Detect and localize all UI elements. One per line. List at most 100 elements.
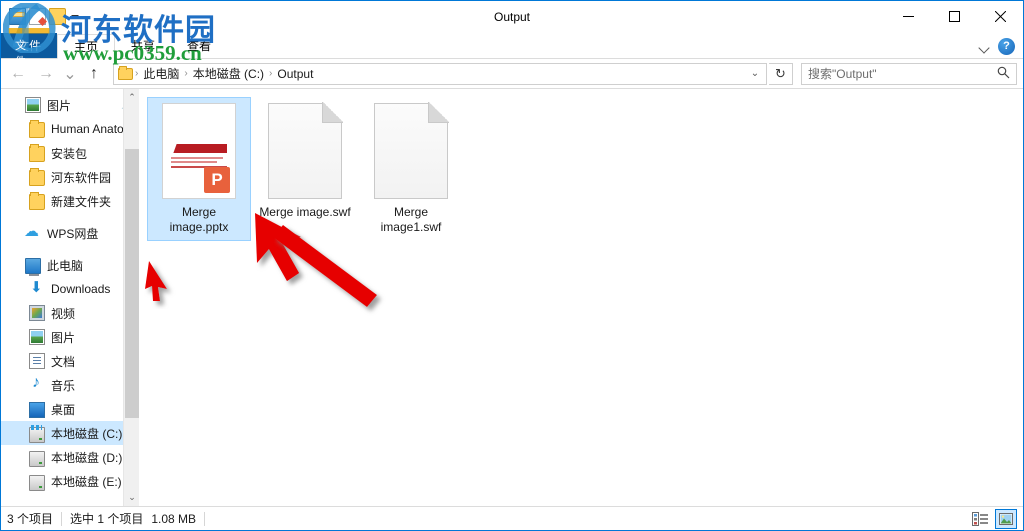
sidebar-item-label: WPS网盘 [47,226,99,241]
tab-share[interactable]: 共享 [115,33,171,58]
sidebar-item-label: 桌面 [51,402,76,417]
file-name-label: Merge image.pptx [169,205,229,234]
tab-home[interactable]: 主页 [57,34,116,59]
sidebar-group-divider [1,245,139,253]
folder-icon [29,120,45,138]
address-bar[interactable]: › 此电脑 › 本地磁盘 (C:) › Output ⌄ [113,62,767,85]
file-item-merge-image1-swf[interactable]: Merge image1.swf [359,97,463,241]
sidebar-item-label: 本地磁盘 (E:) [51,474,122,489]
sidebar-item-new-folder[interactable]: 新建文件夹 [1,189,139,213]
sidebar-item-label: 本地磁盘 (D:) [51,450,123,465]
sidebar-item-install-package[interactable]: 安装包 [1,141,139,165]
cloud-icon [24,222,41,241]
file-explorer-window: Output 文件 主页 共享 查看 ? ← → ⌄ ↑ › 此电脑 › 本地磁… [0,0,1024,531]
navigation-pane: 图片 📌 Human Anatom 安装包 河东软件园 新建文件夹 [1,89,139,506]
search-icon[interactable] [997,66,1010,82]
forward-button[interactable]: → [33,62,59,86]
generic-file-icon [374,103,448,199]
file-list-pane[interactable]: P Merge image.pptx Merge image.swf Merge… [139,89,1023,506]
folder-icon [29,144,45,162]
file-item-merge-image-swf[interactable]: Merge image.swf [253,97,357,241]
file-item-merge-image-pptx[interactable]: P Merge image.pptx [147,97,251,241]
file-thumbnail [374,103,448,199]
sidebar-item-music[interactable]: 音乐 [1,373,139,397]
computer-icon [25,258,41,276]
slide-text-line [171,157,223,159]
pptx-thumbnail: P [162,103,236,199]
sidebar-scrollbar[interactable]: ⌃ ⌄ [123,89,139,506]
breadcrumb-this-pc[interactable]: 此电脑 [138,65,184,82]
sidebar-item-local-disk-c[interactable]: 本地磁盘 (C:) [1,421,139,445]
scroll-up-icon[interactable]: ⌃ [124,89,139,106]
sidebar-item-label: 文档 [51,354,76,369]
file-name-label: Merge image1.swf [380,205,442,234]
music-icon [29,374,45,393]
sidebar-item-label: 本地磁盘 (C:) [51,426,123,441]
sidebar-item-pictures[interactable]: 图片 [1,325,139,349]
file-grid: P Merge image.pptx Merge image.swf Merge… [139,89,1023,241]
scrollbar-thumb[interactable] [125,149,139,418]
sidebar-item-label: 安装包 [51,146,88,161]
sidebar-item-label: 音乐 [51,378,76,393]
folder-window-icon[interactable] [9,8,26,25]
folder-icon [29,192,45,210]
window-controls [885,1,1023,32]
sidebar-item-wps-cloud[interactable]: WPS网盘 [1,221,139,245]
breadcrumb-output[interactable]: Output [272,67,318,81]
properties-icon[interactable] [29,8,46,25]
scroll-down-icon[interactable]: ⌄ [124,489,139,506]
sidebar-item-desktop[interactable]: 桌面 [1,397,139,421]
slide-text-line [171,161,217,163]
large-icons-view-button[interactable] [995,508,1017,529]
breadcrumb-local-disk-c[interactable]: 本地磁盘 (C:) [188,65,269,82]
help-icon[interactable]: ? [998,38,1015,55]
status-divider [61,511,63,526]
maximize-button[interactable] [931,1,977,32]
ribbon-tab-bar: 文件 主页 共享 查看 ? [1,32,1023,59]
sidebar-item-label: 图片 [47,98,72,113]
quick-access-toolbar [1,8,81,25]
picture-icon [29,329,45,345]
sidebar-item-label: 图片 [51,330,76,345]
sidebar-item-local-disk-d[interactable]: 本地磁盘 (D:) [1,445,139,469]
desktop-icon [29,402,45,418]
tab-view[interactable]: 查看 [171,33,227,58]
sidebar-item-pictures-quick[interactable]: 图片 📌 [1,93,139,117]
file-thumbnail [268,103,342,199]
sidebar-item-local-disk-e[interactable]: 本地磁盘 (E:) [1,469,139,493]
back-button[interactable]: ← [5,62,31,86]
folder-icon [29,168,45,186]
close-button[interactable] [977,1,1023,32]
selection-size-label: 1.08 MB [151,511,197,526]
refresh-button[interactable]: ↻ [769,62,793,85]
video-icon [29,305,45,321]
sidebar-item-label: Human Anatom [51,122,134,136]
search-input[interactable]: 搜索"Output" [801,62,1017,85]
tab-file[interactable]: 文件 [1,33,57,58]
generic-file-icon [268,103,342,199]
arrow-small-pointer [145,261,167,301]
sidebar-item-this-pc[interactable]: 此电脑 [1,253,139,277]
chevron-down-icon[interactable] [69,10,81,24]
new-folder-icon[interactable] [49,8,66,25]
minimize-button[interactable] [885,1,931,32]
drive-icon [29,475,45,491]
file-thumbnail: P [162,103,236,199]
sidebar-item-downloads[interactable]: Downloads [1,277,139,301]
details-view-button[interactable] [969,509,991,529]
sidebar-item-human-anatomy[interactable]: Human Anatom [1,117,139,141]
ribbon-right-controls: ? [976,38,1023,58]
chevron-down-icon[interactable]: ⌄ [746,68,764,79]
chevron-down-icon[interactable] [976,39,992,55]
downloads-icon [29,278,45,297]
sidebar-item-videos[interactable]: 视频 [1,301,139,325]
search-placeholder: 搜索"Output" [808,67,877,81]
up-button[interactable]: ↑ [81,62,107,86]
sidebar-item-label: 此电脑 [47,258,84,273]
sidebar-item-label: 河东软件园 [51,170,112,185]
sidebar-item-documents[interactable]: 文档 [1,349,139,373]
file-name-label: Merge image.swf [259,205,351,219]
sidebar-item-hedong-software[interactable]: 河东软件园 [1,165,139,189]
recent-locations-button[interactable]: ⌄ [61,62,79,86]
slide-banner [171,144,227,153]
